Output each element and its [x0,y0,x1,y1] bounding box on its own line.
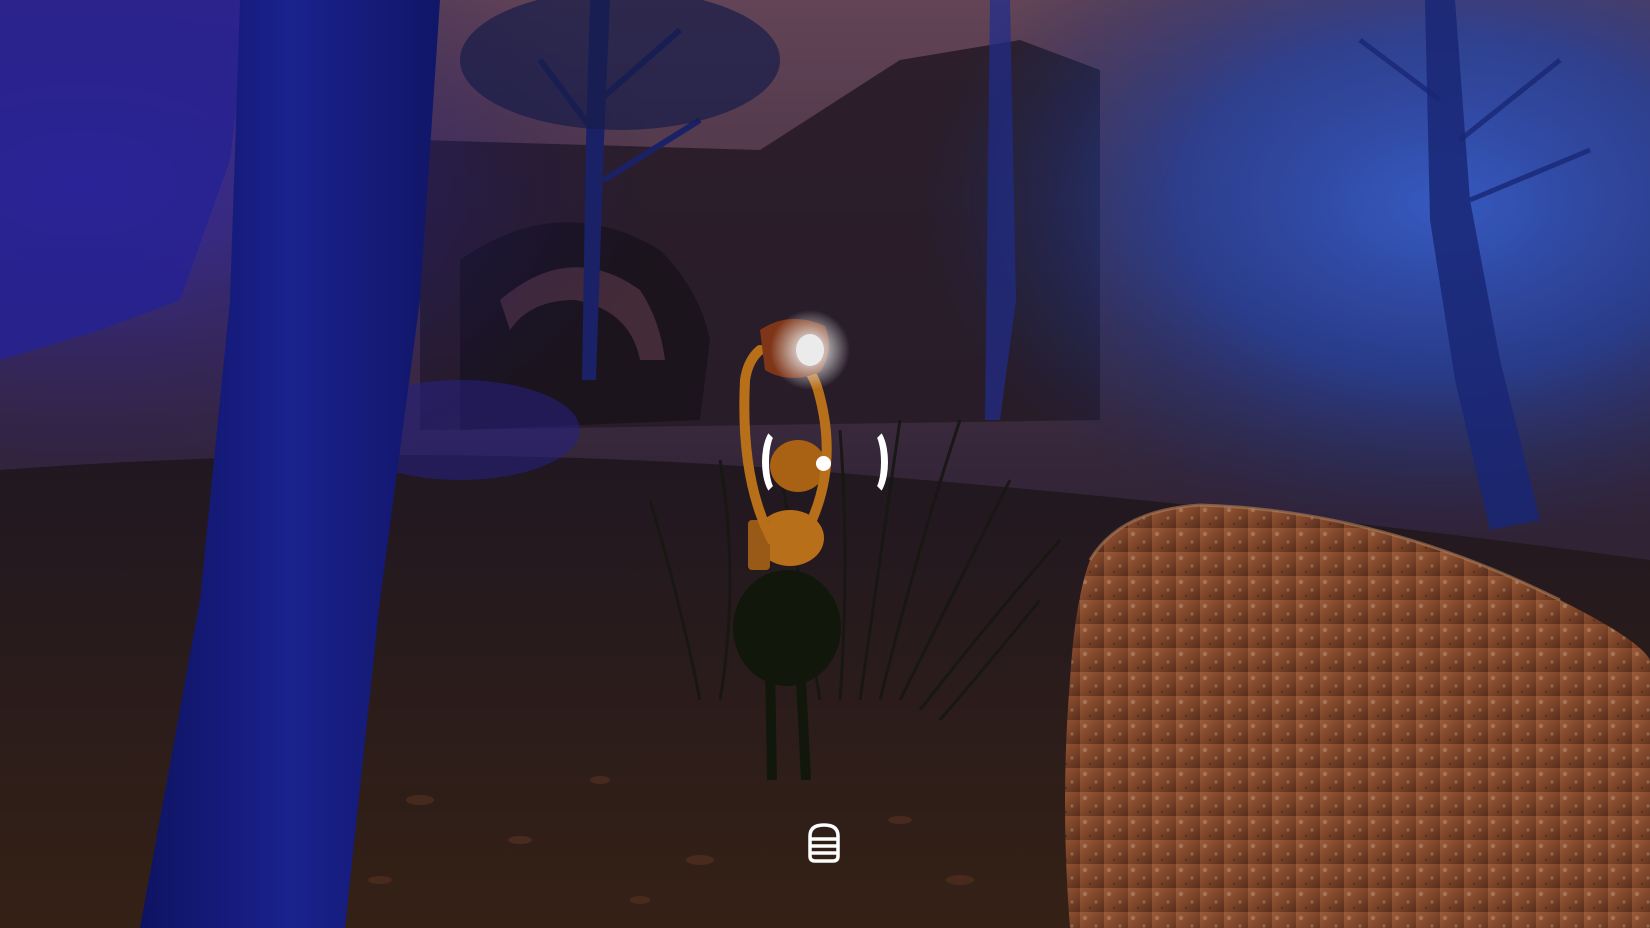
game-scene [0,0,1650,928]
game-viewport[interactable] [0,0,1650,928]
